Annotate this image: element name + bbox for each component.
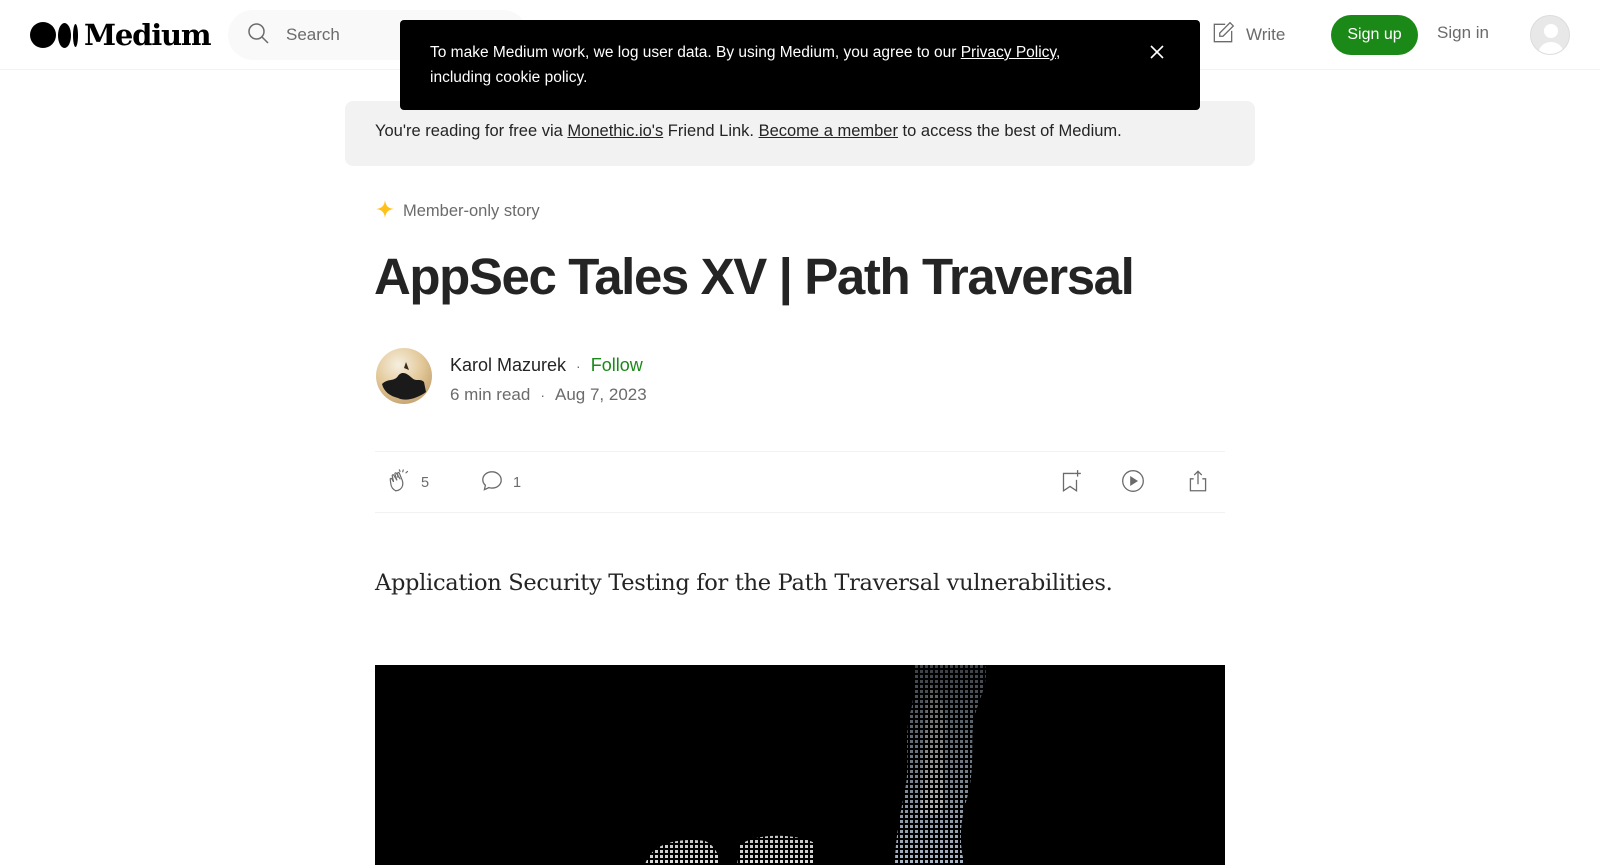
friend-text: You're reading for free via [375, 122, 568, 140]
share-icon [1185, 468, 1211, 498]
publication-link[interactable]: Monethic.io's [567, 122, 663, 140]
comment-icon [479, 468, 505, 498]
read-time: 6 min read [450, 385, 531, 404]
bookmark-button[interactable] [1057, 469, 1083, 497]
write-button[interactable]: Write [1210, 20, 1285, 50]
bookmark-icon [1057, 468, 1083, 498]
author-avatar[interactable] [376, 348, 432, 404]
response-count: 1 [513, 475, 522, 491]
article-title: AppSec Tales XV | Path Traversal [374, 248, 1135, 305]
share-button[interactable] [1185, 469, 1211, 497]
article-meta: 6 min read · Aug 7, 2023 [450, 385, 647, 405]
clap-count: 5 [421, 475, 430, 491]
user-avatar-icon[interactable] [1530, 15, 1570, 55]
article-subtitle: Application Security Testing for the Pat… [375, 570, 1113, 596]
write-label: Write [1246, 25, 1286, 44]
friend-text: Friend Link. [663, 122, 759, 140]
sign-in-link[interactable]: Sign in [1437, 23, 1489, 43]
author-line: Karol Mazurek · Follow [450, 355, 643, 376]
privacy-policy-link[interactable]: Privacy Policy [961, 44, 1056, 61]
separator-dot: · [540, 387, 545, 403]
member-only-label: Member-only story [403, 202, 540, 220]
follow-button[interactable]: Follow [591, 355, 643, 376]
friend-link-bar: You're reading for free via Monethic.io'… [345, 101, 1255, 166]
cookie-text: To make Medium work, we log user data. B… [430, 40, 1110, 90]
friend-text: to access the best of Medium. [897, 122, 1122, 140]
play-icon [1120, 468, 1146, 498]
search-icon[interactable] [246, 21, 270, 50]
clap-icon [387, 468, 413, 498]
write-icon [1210, 20, 1236, 51]
close-icon[interactable] [1147, 42, 1167, 62]
article-action-bar: 5 1 [375, 451, 1225, 513]
star-icon [375, 199, 395, 224]
author-name[interactable]: Karol Mazurek [450, 355, 566, 376]
cookie-banner: To make Medium work, we log user data. B… [400, 20, 1200, 110]
medium-logo[interactable]: Medium [30, 18, 212, 52]
separator-dot: · [576, 357, 581, 374]
responses-button[interactable]: 1 [479, 469, 521, 497]
publish-date: Aug 7, 2023 [555, 385, 647, 404]
cookie-text-part: To make Medium work, we log user data. B… [430, 44, 961, 61]
logo-wordmark: Medium [84, 18, 212, 52]
listen-button[interactable] [1120, 469, 1146, 497]
sign-up-button[interactable]: Sign up [1331, 15, 1418, 55]
medium-logo-mark [30, 22, 78, 48]
member-only-badge: Member-only story [375, 199, 540, 224]
hero-image [375, 665, 1225, 865]
become-member-link[interactable]: Become a member [759, 122, 898, 140]
clap-button[interactable]: 5 [387, 469, 429, 497]
